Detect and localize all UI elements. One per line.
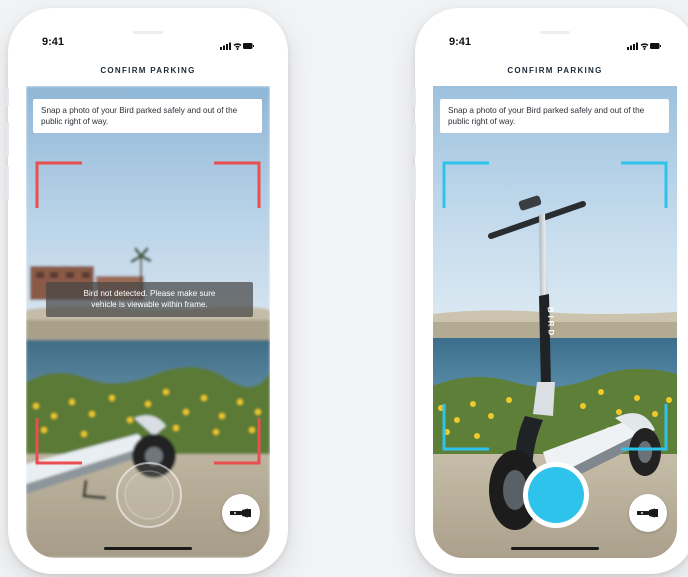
frame-corner-top-right bbox=[621, 161, 668, 208]
instruction-card: Snap a photo of your Bird parked safely … bbox=[440, 99, 669, 133]
detection-alert-line1: Bird not detected. Please make sure bbox=[83, 289, 216, 298]
home-indicator[interactable] bbox=[511, 547, 599, 550]
notch bbox=[503, 24, 607, 46]
volume-down-button bbox=[413, 166, 416, 200]
frame-corner-top-left bbox=[35, 161, 82, 208]
flashlight-button[interactable] bbox=[629, 494, 667, 532]
home-indicator[interactable] bbox=[104, 547, 192, 550]
wifi-icon bbox=[640, 43, 649, 50]
wifi-icon bbox=[233, 43, 242, 50]
instruction-text: Snap a photo of your Bird parked safely … bbox=[448, 106, 645, 126]
volume-up-button bbox=[6, 122, 9, 156]
frame-corner-bottom-left bbox=[35, 418, 82, 465]
camera-viewfinder: Snap a photo of your Bird parked safely … bbox=[26, 86, 270, 558]
phone-right: 9:41 CONFIRM PARKING BIRD Snap a photo o… bbox=[413, 8, 688, 574]
capture-button[interactable] bbox=[521, 460, 591, 530]
frame-corner-bottom-right bbox=[214, 418, 261, 465]
page-title: CONFIRM PARKING bbox=[100, 66, 196, 75]
mute-switch bbox=[6, 88, 9, 106]
flashlight-button[interactable] bbox=[222, 494, 260, 532]
flashlight-icon bbox=[230, 508, 251, 518]
signal-icon bbox=[627, 42, 638, 50]
instruction-text: Snap a photo of your Bird parked safely … bbox=[41, 106, 238, 126]
screen-left: 9:41 CONFIRM PARKING Snap a photo of you… bbox=[26, 24, 270, 558]
instruction-card: Snap a photo of your Bird parked safely … bbox=[33, 99, 262, 133]
signal-icon bbox=[220, 42, 231, 50]
camera-viewfinder: BIRD Snap a photo of your Bird parked sa… bbox=[433, 86, 677, 558]
status-icons bbox=[627, 37, 661, 55]
frame-corner-top-right bbox=[214, 161, 261, 208]
phone-left: 9:41 CONFIRM PARKING Snap a photo of you… bbox=[6, 8, 288, 574]
detection-alert-line2: vehicle is viewable within frame. bbox=[91, 300, 208, 309]
status-time: 9:41 bbox=[42, 36, 65, 48]
page-title: CONFIRM PARKING bbox=[507, 66, 603, 75]
detection-alert: Bird not detected. Please make sure vehi… bbox=[46, 282, 253, 317]
battery-icon bbox=[243, 43, 254, 49]
status-icons bbox=[220, 37, 254, 55]
screen-right: 9:41 CONFIRM PARKING BIRD Snap a photo o… bbox=[433, 24, 677, 558]
frame-corner-top-left bbox=[442, 161, 489, 208]
capture-button-disabled[interactable] bbox=[114, 460, 184, 530]
volume-up-button bbox=[413, 122, 416, 156]
frame-corner-bottom-right bbox=[621, 404, 668, 451]
scooter-brand-label: BIRD bbox=[546, 307, 556, 339]
header: CONFIRM PARKING bbox=[433, 54, 677, 86]
header: CONFIRM PARKING bbox=[26, 54, 270, 86]
battery-icon bbox=[650, 43, 661, 49]
frame-corner-bottom-left bbox=[442, 404, 489, 451]
notch bbox=[96, 24, 200, 46]
mute-switch bbox=[413, 88, 416, 106]
volume-down-button bbox=[6, 166, 9, 200]
status-time: 9:41 bbox=[449, 36, 472, 48]
flashlight-icon bbox=[637, 508, 658, 518]
scooter-brand-text: BIRD bbox=[545, 306, 556, 339]
